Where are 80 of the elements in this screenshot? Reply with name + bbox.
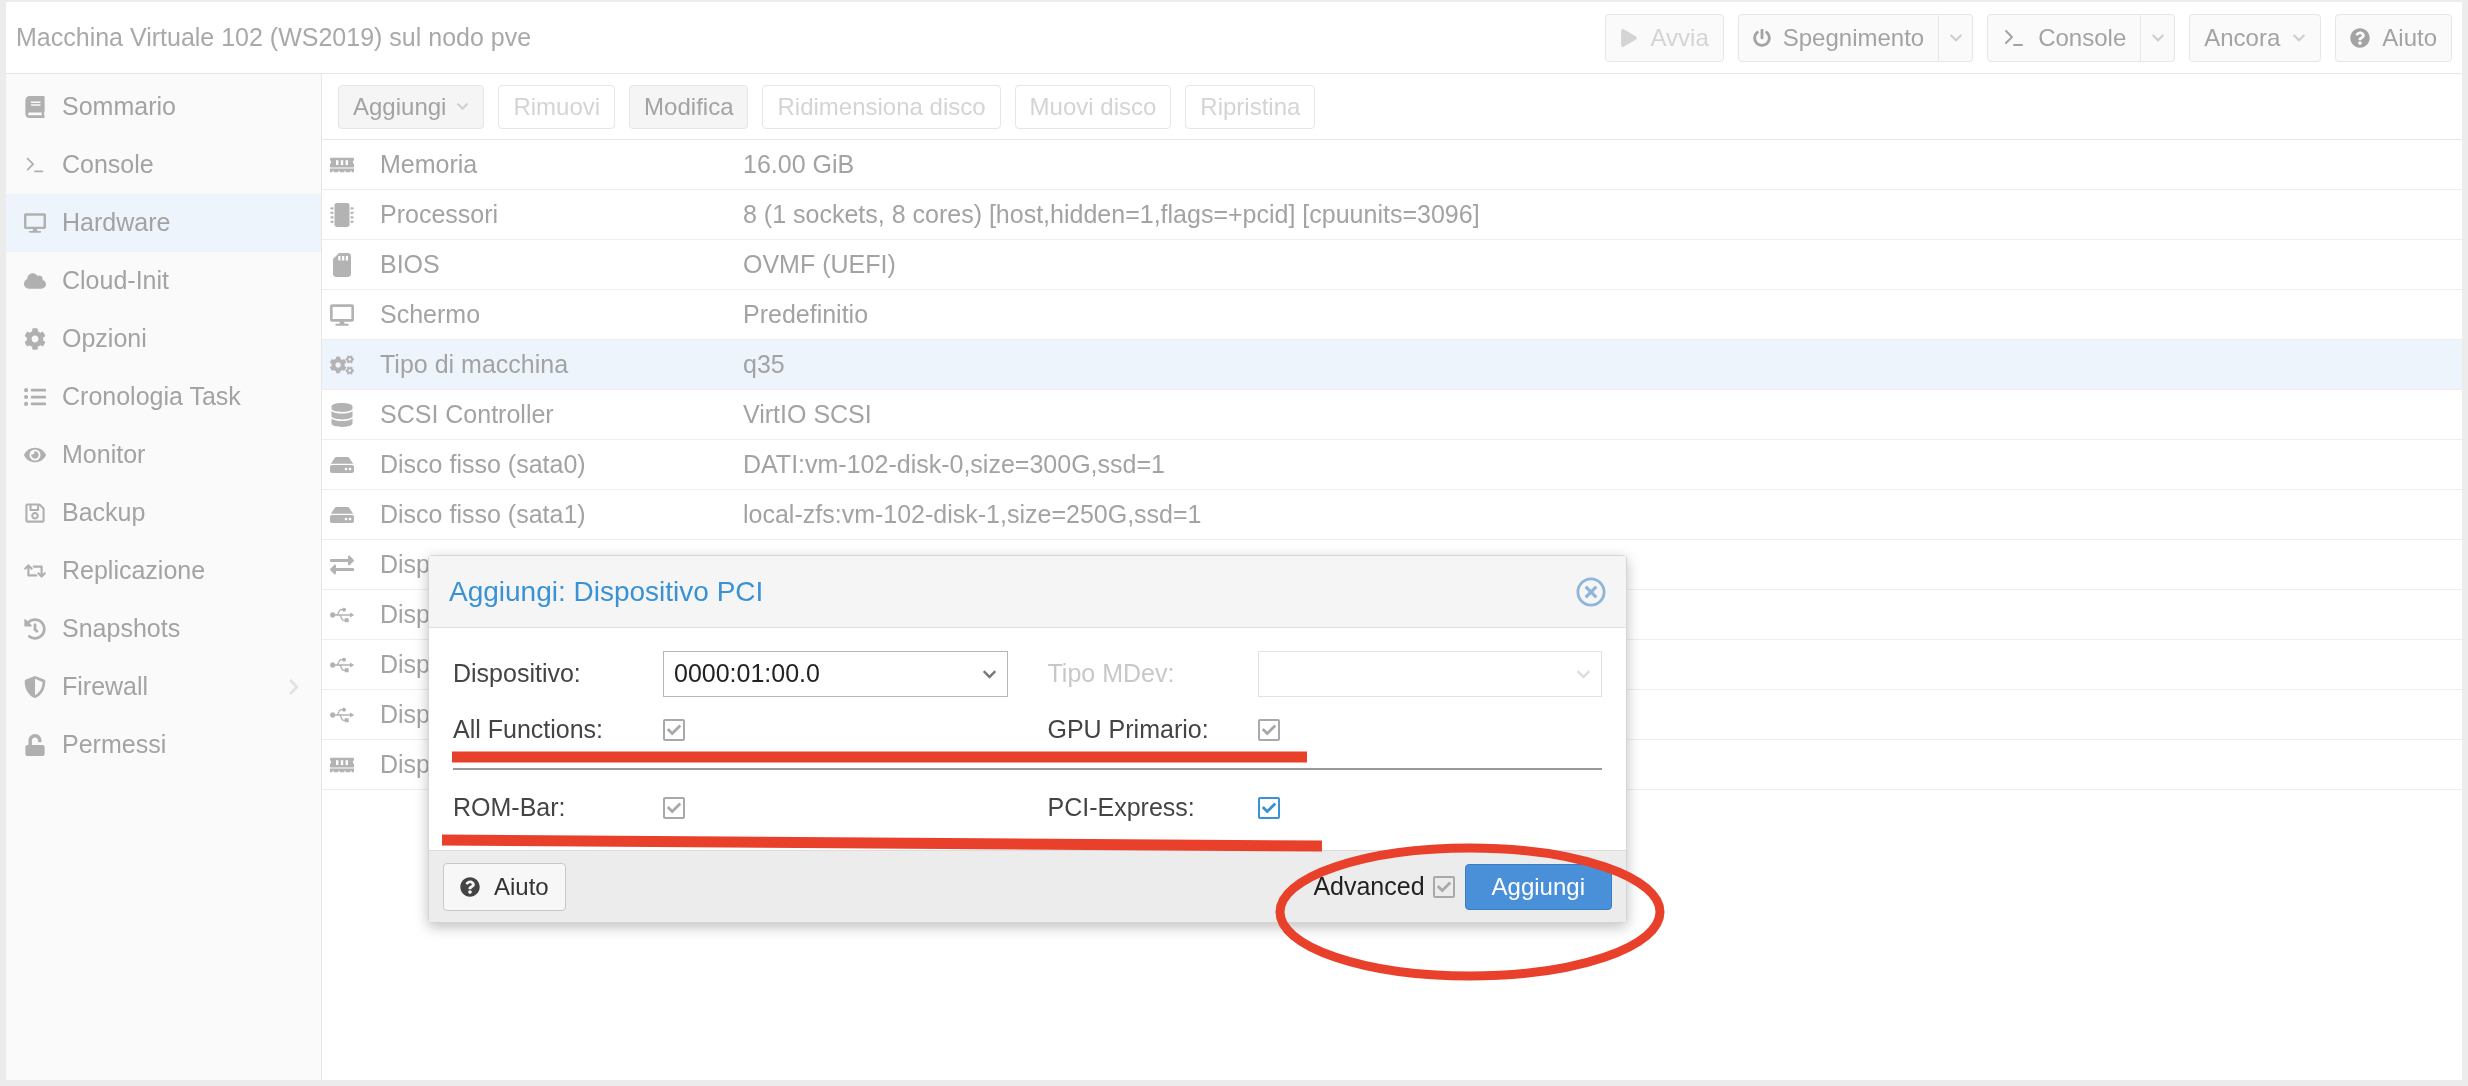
header-button[interactable]: Aiuto bbox=[2335, 13, 2452, 62]
table-cell-text: DATI:vm-102-disk-0,size=300G,ssd=1 bbox=[743, 448, 1165, 480]
field-label: Dispositivo: bbox=[453, 658, 582, 690]
gears-icon bbox=[330, 352, 354, 377]
split-dropdown-button[interactable] bbox=[1939, 13, 1974, 62]
list-icon bbox=[24, 386, 46, 408]
split-dropdown-button[interactable] bbox=[2141, 13, 2176, 62]
advanced-label: Advanced bbox=[1313, 870, 1425, 902]
checkbox-label: PCI-Express: bbox=[1047, 792, 1196, 824]
table-cell-text: VirtIO SCSI bbox=[743, 398, 872, 430]
sidebar-item[interactable]: Backup bbox=[6, 484, 321, 542]
sidebar-item[interactable]: Snapshots bbox=[6, 600, 321, 658]
table-row[interactable]: Processori 8 (1 sockets, 8 cores) [host,hidden=1,flags=+pcid] [cpuunits=3096] bbox=[322, 190, 2462, 240]
sidebar-item[interactable]: Cloud-Init bbox=[6, 252, 321, 310]
table-cell-text: Disp bbox=[380, 748, 430, 780]
table-cell-text: Disco fisso (sata0) bbox=[380, 448, 586, 480]
table-cell-text: BIOS bbox=[380, 248, 440, 280]
book-icon bbox=[24, 96, 46, 118]
help-icon bbox=[460, 876, 480, 897]
monitor-icon bbox=[24, 212, 46, 234]
checkbox-label: GPU Primario: bbox=[1047, 714, 1210, 746]
sidebar-item[interactable]: Sommario bbox=[6, 78, 321, 136]
table-cell-text: Disp bbox=[380, 698, 430, 730]
window-title: Macchina Virtuale 102 (WS2019) sul nodo pve bbox=[16, 21, 533, 53]
play-icon bbox=[1620, 28, 1639, 47]
settings-icon bbox=[24, 328, 46, 350]
table-row[interactable]: Memoria 16.00 GiB bbox=[322, 140, 2462, 190]
chevron-icon bbox=[287, 678, 301, 696]
table-cell-text: SCSI Controller bbox=[380, 398, 554, 430]
table-cell-text: Disp bbox=[380, 598, 430, 630]
sidebar-item[interactable]: Replicazione bbox=[6, 542, 321, 600]
table-cell-text: 16.00 GiB bbox=[743, 148, 855, 180]
header-button[interactable]: Spegnimento bbox=[1737, 13, 1940, 62]
table-cell-text: Predefinitio bbox=[743, 298, 869, 330]
table-cell-text: q35 bbox=[743, 348, 785, 380]
toolbar-button[interactable]: Aggiungi bbox=[338, 84, 485, 129]
floppy-icon bbox=[24, 502, 46, 524]
power-icon bbox=[1752, 28, 1771, 47]
header-button[interactable]: Console bbox=[1987, 13, 2142, 62]
sidebar-item[interactable]: Cronologia Task bbox=[6, 368, 321, 426]
table-cell-text: Disp bbox=[380, 648, 430, 680]
sidebar-item[interactable]: Opzioni bbox=[6, 310, 321, 368]
close-icon[interactable] bbox=[1576, 576, 1606, 607]
unlock-icon bbox=[24, 734, 46, 756]
table-row[interactable]: Disco fisso (sata1) local-zfs:vm-102-disk-1,size=250G,ssd=1 bbox=[322, 490, 2462, 540]
header-button[interactable]: Ancora bbox=[2189, 13, 2322, 62]
history-icon bbox=[24, 618, 46, 640]
checkbox-label: ROM-Bar: bbox=[453, 792, 567, 824]
check-icon bbox=[1436, 879, 1451, 894]
dialog-title: Aggiungi: Dispositivo PCI bbox=[449, 574, 765, 609]
help-button[interactable]: Aiuto bbox=[443, 862, 566, 911]
sidebar-item[interactable]: Permessi bbox=[6, 716, 321, 774]
monitor-icon bbox=[330, 302, 354, 327]
sidebar-item[interactable]: Firewall bbox=[6, 658, 321, 716]
table-cell-text: local-zfs:vm-102-disk-1,size=250G,ssd=1 bbox=[743, 498, 1202, 530]
table-cell-text: 8 (1 sockets, 8 cores) [host,hidden=1,flags=+pcid] [cpuunits=3096] bbox=[743, 198, 1480, 230]
table-cell-text: Disp bbox=[380, 548, 430, 580]
dropdown-field[interactable]: 0000:01:00.0 bbox=[663, 651, 1008, 697]
sidebar-item[interactable]: Monitor bbox=[6, 426, 321, 484]
checkbox[interactable] bbox=[1432, 875, 1455, 898]
table-row[interactable]: SCSI Controller VirtIO SCSI bbox=[322, 390, 2462, 440]
table-cell-text: Tipo di macchina bbox=[380, 348, 569, 380]
sidebar-item[interactable]: Hardware bbox=[6, 194, 321, 252]
table-cell-text: Processori bbox=[380, 198, 499, 230]
table-row[interactable]: Tipo di macchina q35 bbox=[322, 340, 2462, 390]
add-button[interactable]: Aggiungi bbox=[1464, 863, 1612, 910]
table-cell-text: Memoria bbox=[380, 148, 478, 180]
table-cell-text: Schermo bbox=[380, 298, 481, 330]
toolbar-button[interactable]: Modifica bbox=[629, 84, 749, 129]
cloud-icon bbox=[24, 270, 46, 292]
shield-icon bbox=[24, 676, 46, 698]
help-icon bbox=[2350, 27, 2371, 48]
table-row[interactable]: Disco fisso (sata0) DATI:vm-102-disk-0,size=300G,ssd=1 bbox=[322, 440, 2462, 490]
caret-icon bbox=[456, 100, 470, 113]
table-cell-text: OVMF (UEFI) bbox=[743, 248, 896, 280]
checkbox-label: All Functions: bbox=[453, 714, 605, 746]
database-icon bbox=[330, 402, 354, 427]
sidebar-item[interactable]: Console bbox=[6, 136, 321, 194]
table-row[interactable]: BIOS OVMF (UEFI) bbox=[322, 240, 2462, 290]
table-cell-text: Disco fisso (sata1) bbox=[380, 498, 586, 530]
